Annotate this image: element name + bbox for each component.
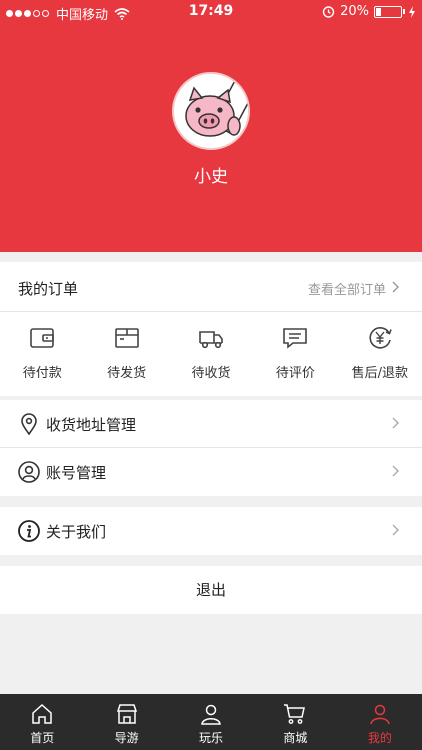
order-item-label: 待付款: [22, 366, 62, 381]
tab-home[interactable]: 首页: [0, 694, 84, 750]
battery-icon: [374, 5, 402, 18]
info-icon: [18, 520, 40, 542]
comment-icon: [283, 328, 308, 349]
orders-header: 我的订单 查看全部订单: [0, 262, 422, 312]
charging-icon: [409, 5, 415, 18]
tab-guide[interactable]: 导游: [84, 694, 168, 750]
about-label: 关于我们: [46, 523, 107, 541]
battery-percent: 20%: [340, 4, 369, 19]
account-management-row[interactable]: 账号管理: [0, 448, 422, 496]
order-pending-payment[interactable]: 待付款: [0, 312, 84, 396]
tab-label: 首页: [30, 731, 55, 745]
account-icon: [18, 461, 40, 483]
package-icon: [114, 328, 139, 348]
pig-avatar-icon: [185, 74, 248, 137]
orders-title: 我的订单: [18, 280, 79, 298]
logout-button[interactable]: 退出: [0, 566, 422, 614]
order-pending-review[interactable]: 待评价: [253, 312, 337, 396]
chevron-right-icon: [392, 465, 399, 477]
shop-icon: [116, 704, 137, 724]
tab-label: 导游: [114, 731, 139, 745]
profile-header: 中国移动 17:49 20% 小史: [0, 0, 422, 252]
status-bar: 中国移动 17:49 20%: [0, 0, 422, 24]
account-label: 账号管理: [46, 464, 107, 482]
wallet-icon: [30, 328, 55, 348]
order-status-bar: 待付款 待发货 待收货 待评价 售后/退款: [0, 312, 422, 396]
home-icon: [32, 703, 52, 724]
order-item-label: 售后/退款: [351, 366, 409, 381]
chevron-right-icon: [392, 281, 399, 293]
tab-mine[interactable]: 我的: [338, 694, 422, 750]
refund-icon: [369, 327, 392, 349]
order-after-sales[interactable]: 售后/退款: [338, 312, 422, 396]
address-management-row[interactable]: 收货地址管理: [0, 400, 422, 448]
avatar[interactable]: [172, 72, 250, 150]
location-pin-icon: [21, 413, 37, 435]
chevron-right-icon: [392, 417, 399, 429]
alarm-icon: [322, 6, 335, 18]
order-pending-shipment[interactable]: 待发货: [84, 312, 168, 396]
tab-mall[interactable]: 商城: [253, 694, 337, 750]
tab-label: 商城: [283, 731, 308, 745]
order-item-label: 待评价: [275, 366, 315, 381]
user-icon: [370, 704, 390, 725]
address-label: 收货地址管理: [46, 416, 137, 434]
tab-label: 玩乐: [199, 731, 224, 745]
order-item-label: 待发货: [107, 366, 147, 381]
cart-icon: [284, 704, 306, 724]
tab-play[interactable]: 玩乐: [169, 694, 253, 750]
order-pending-receipt[interactable]: 待收货: [169, 312, 253, 396]
person-icon: [201, 704, 221, 725]
about-us-row[interactable]: 关于我们: [0, 507, 422, 555]
order-item-label: 待收货: [191, 366, 231, 381]
view-all-orders-link[interactable]: 查看全部订单: [308, 279, 386, 298]
tab-label: 我的: [367, 731, 392, 745]
tab-bar: 首页 导游 玩乐 商城 我的: [0, 694, 422, 750]
truck-icon: [199, 331, 223, 349]
chevron-right-icon: [392, 524, 399, 536]
username: 小史: [194, 167, 228, 187]
